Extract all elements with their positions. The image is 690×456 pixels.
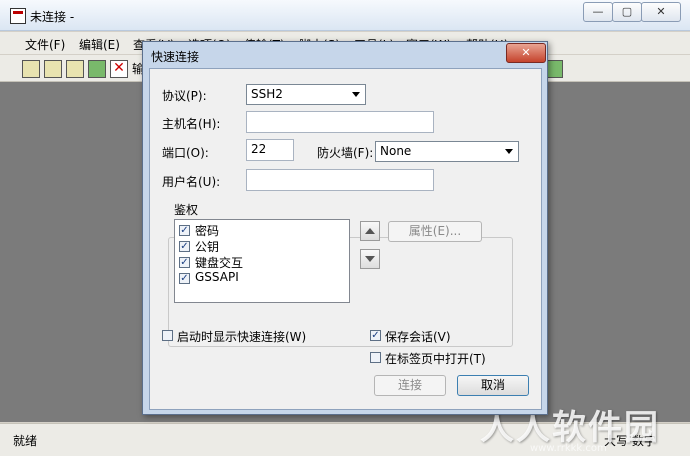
menu-file[interactable]: 文件(F) (25, 36, 65, 53)
auth-method-label: 密码 (195, 224, 220, 238)
checkbox[interactable] (370, 352, 381, 363)
checkbox[interactable]: ✓ (179, 241, 190, 252)
port-input[interactable]: 22 (246, 139, 294, 161)
port-label: 端口(O): (162, 146, 209, 160)
username-label: 用户名(U): (162, 175, 221, 189)
firewall-select[interactable]: None (375, 141, 519, 162)
firewall-value: None (380, 144, 412, 158)
minimize-button[interactable]: — (583, 2, 613, 22)
menu-edit[interactable]: 编辑(E) (79, 36, 120, 53)
disconnect-icon[interactable]: ✕ (110, 60, 128, 78)
watermark-url: www.rrkkk.com (530, 443, 607, 454)
hostname-label: 主机名(H): (162, 117, 221, 131)
folder-icon[interactable] (66, 60, 84, 78)
checkbox[interactable]: ✓ (179, 225, 190, 236)
arrow-up-icon (365, 228, 375, 234)
protocol-select[interactable]: SSH2 (246, 84, 366, 105)
arrow-down-icon (365, 256, 375, 262)
app-icon (10, 8, 26, 24)
reconnect-icon[interactable] (88, 60, 106, 78)
properties-button[interactable]: 属性(E)... (388, 221, 482, 242)
firewall-label: 防火墙(F): (317, 146, 374, 160)
auth-methods-list[interactable]: ✓ 密码 ✓ 公钥 ✓ 键盘交互 ✓ GSSAPI (174, 219, 350, 303)
window-title: 未连接 - (30, 10, 75, 24)
checkbox[interactable] (162, 330, 173, 341)
chevron-down-icon (505, 149, 513, 154)
save-session-label: 保存会话(V) (385, 330, 451, 344)
connect-icon[interactable] (22, 60, 40, 78)
title-bar: 未连接 - — ▢ ✕ (0, 0, 690, 31)
checkbox[interactable]: ✓ (370, 330, 381, 341)
auth-method-label: 公钥 (195, 240, 220, 254)
auth-group-title: 鉴权 (172, 201, 201, 218)
connect-button[interactable]: 连接 (374, 375, 446, 396)
cancel-button[interactable]: 取消 (457, 375, 529, 396)
dialog-body: 协议(P): SSH2 主机名(H): 端口(O): 22 防火墙(F): No… (149, 68, 542, 410)
hostname-input[interactable] (246, 111, 434, 133)
protocol-label: 协议(P): (162, 89, 207, 103)
quick-connect-dialog: 快速连接 ✕ 协议(P): SSH2 主机名(H): 端口(O): 22 防火墙… (142, 41, 548, 415)
status-text: 就绪 (13, 434, 38, 448)
dialog-title: 快速连接 (151, 50, 200, 64)
close-button[interactable]: ✕ (641, 2, 681, 22)
quick-connect-icon[interactable] (44, 60, 62, 78)
move-up-button[interactable] (360, 221, 380, 241)
checkbox[interactable]: ✓ (179, 273, 190, 284)
move-down-button[interactable] (360, 249, 380, 269)
protocol-value: SSH2 (251, 87, 283, 101)
auth-method-label: GSSAPI (195, 270, 239, 284)
auth-method-label: 键盘交互 (195, 256, 244, 270)
checkbox[interactable]: ✓ (179, 257, 190, 268)
chevron-down-icon (352, 92, 360, 97)
maximize-button[interactable]: ▢ (612, 2, 642, 22)
username-input[interactable] (246, 169, 434, 191)
dialog-close-button[interactable]: ✕ (506, 43, 546, 63)
open-in-tab-label: 在标签页中打开(T) (385, 352, 486, 366)
show-on-startup-label: 启动时显示快速连接(W) (177, 330, 307, 344)
